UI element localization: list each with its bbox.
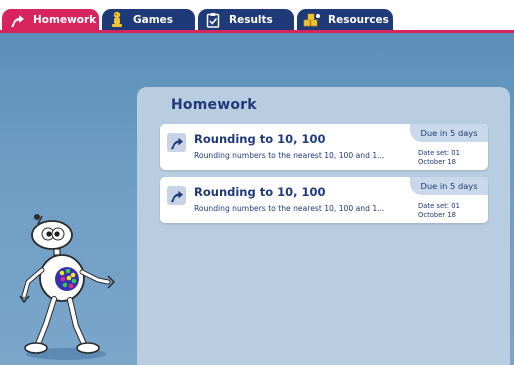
games-icon <box>108 11 126 29</box>
homework-task-icon <box>167 186 186 205</box>
homework-title: Rounding to 10, 100 <box>194 132 326 146</box>
date-set-line1: Date set: 01 <box>418 202 460 210</box>
homework-panel: Homework Rounding to 10, 100 Rounding nu… <box>137 87 510 365</box>
date-set-line2: October 18 <box>418 211 457 219</box>
date-set: Date set: 01 October 18 <box>418 149 480 167</box>
homework-icon <box>8 11 26 29</box>
resources-icon <box>303 11 321 29</box>
homework-description: Rounding numbers to the nearest 10, 100 … <box>194 204 385 213</box>
tab-results-label: Results <box>229 14 273 26</box>
tab-resources[interactable]: Resources <box>297 9 393 31</box>
homework-title: Rounding to 10, 100 <box>194 185 326 199</box>
tab-homework-label: Homework <box>33 14 97 26</box>
homework-card[interactable]: Rounding to 10, 100 Rounding numbers to … <box>160 124 488 170</box>
homework-card[interactable]: Rounding to 10, 100 Rounding numbers to … <box>160 177 488 223</box>
tab-resources-label: Resources <box>328 14 389 26</box>
tab-games-label: Games <box>133 14 174 26</box>
results-icon <box>204 11 222 29</box>
tab-games[interactable]: Games <box>102 9 195 31</box>
date-set: Date set: 01 October 18 <box>418 202 480 220</box>
homework-task-icon <box>167 133 186 152</box>
due-badge: Due in 5 days <box>410 177 488 195</box>
panel-title: Homework <box>171 97 257 113</box>
tab-bar: Homework Games Results Resources <box>0 0 514 33</box>
tab-homework[interactable]: Homework <box>2 9 99 31</box>
date-set-line2: October 18 <box>418 158 457 166</box>
date-set-line1: Date set: 01 <box>418 149 460 157</box>
robot-mascot <box>19 214 116 360</box>
homework-description: Rounding numbers to the nearest 10, 100 … <box>194 151 385 160</box>
tab-results[interactable]: Results <box>198 9 294 31</box>
due-badge: Due in 5 days <box>410 124 488 142</box>
